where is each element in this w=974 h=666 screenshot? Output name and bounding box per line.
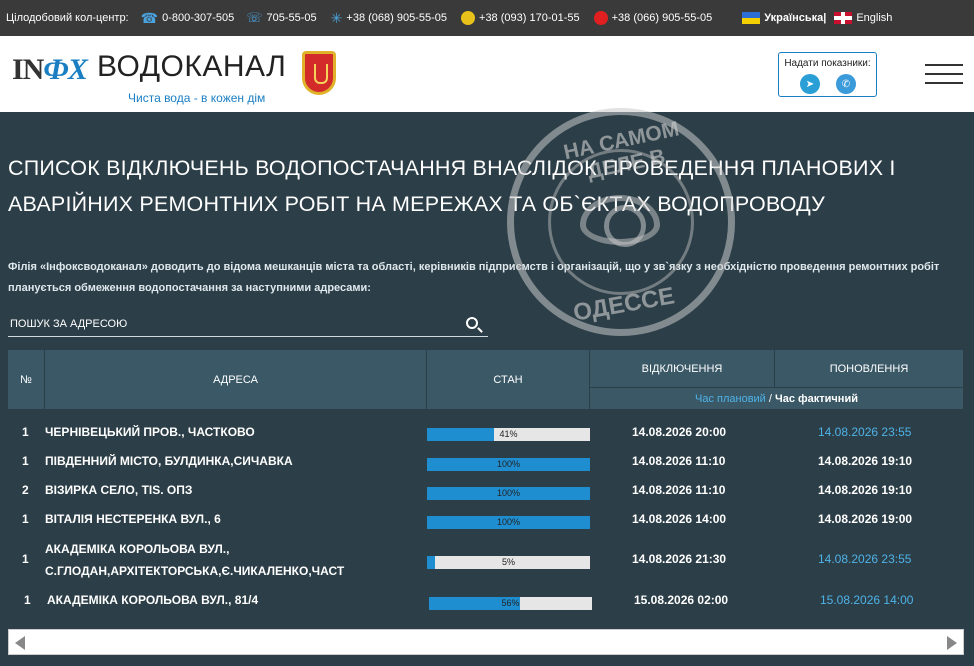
restore-time: 15.08.2026 14:00 bbox=[820, 593, 914, 607]
row-address: ПІВДЕННИЙ МІСТО, БУЛДИНКА,СИЧАВКА bbox=[45, 454, 293, 468]
row-number: 1 bbox=[22, 512, 29, 526]
slogan: Чиста вода - в кожен дім bbox=[128, 91, 266, 105]
row-number: 1 bbox=[22, 425, 29, 439]
progress-bar: 56% bbox=[429, 597, 592, 610]
progress-bar: 5% bbox=[427, 556, 590, 569]
shutoff-time: 15.08.2026 02:00 bbox=[634, 593, 729, 607]
phone-link-landline[interactable]: ☏ 705-55-05 bbox=[246, 10, 316, 26]
call-center-label: Цілодобовий кол-центр: bbox=[6, 12, 129, 24]
restore-time: 14.08.2026 23:55 bbox=[818, 552, 912, 566]
restore-time: 14.08.2026 23:55 bbox=[818, 425, 912, 439]
col-header-shutoff: ВІДКЛЮЧЕННЯ bbox=[590, 350, 774, 387]
scroll-right-icon[interactable] bbox=[947, 636, 957, 650]
menu-icon[interactable] bbox=[925, 62, 963, 86]
progress-bar: 100% bbox=[427, 487, 590, 500]
lang-en-link[interactable]: English bbox=[834, 12, 892, 24]
progress-label: 41% bbox=[499, 429, 518, 439]
shutoff-time: 14.08.2026 11:10 bbox=[632, 483, 726, 497]
col-header-address: АДРЕСА bbox=[45, 350, 426, 409]
search-icon[interactable] bbox=[466, 317, 478, 329]
vodokanal-logo[interactable]: ВОДОКАНАЛ bbox=[97, 50, 286, 84]
phone-link-kyivstar[interactable]: ✳ +38 (068) 905-55-05 bbox=[331, 10, 447, 27]
row-number: 2 bbox=[22, 483, 29, 497]
phone-icon: ☎ bbox=[140, 9, 159, 26]
row-number: 1 bbox=[22, 552, 29, 566]
site-header: INФХ ВОДОКАНАЛ Чиста вода - в кожен дім … bbox=[0, 36, 974, 112]
landline-icon: ☏ bbox=[246, 10, 263, 25]
telegram-icon[interactable]: ➤ bbox=[800, 74, 820, 94]
vodafone-icon bbox=[593, 11, 608, 25]
col-header-state: СТАН bbox=[427, 350, 589, 409]
progress-bar: 41% bbox=[427, 428, 590, 441]
restore-time: 14.08.2026 19:10 bbox=[818, 454, 913, 468]
phone-link-vodafone[interactable]: +38 (066) 905-55-05 bbox=[593, 11, 712, 25]
uk-flag-icon bbox=[834, 12, 853, 24]
row-address: АКАДЕМІКА КОРОЛЬОВА ВУЛ., 81/4 bbox=[47, 593, 259, 607]
coat-of-arms-icon bbox=[302, 51, 336, 95]
lifecell-icon bbox=[461, 11, 476, 25]
planned-time-legend: Час плановий bbox=[695, 392, 766, 405]
progress-bar: 100% bbox=[427, 516, 590, 529]
search-input[interactable] bbox=[10, 315, 450, 333]
shutoff-time: 14.08.2026 11:10 bbox=[632, 454, 726, 468]
col-header-restore: ПОНОВЛЕННЯ bbox=[775, 350, 963, 387]
row-number: 1 bbox=[24, 593, 31, 607]
progress-label: 56% bbox=[501, 598, 520, 608]
shutoff-time: 14.08.2026 14:00 bbox=[632, 512, 727, 526]
infox-logo[interactable]: INФХ bbox=[12, 53, 88, 87]
submit-readings-label: Надати показники: bbox=[784, 58, 871, 69]
viber-icon[interactable]: ✆ bbox=[836, 74, 856, 94]
restore-time: 14.08.2026 19:10 bbox=[818, 483, 913, 497]
actual-time-legend: Час фактичний bbox=[775, 392, 858, 405]
row-address: ВІЗИРКА СЕЛО, TIS. ОПЗ bbox=[45, 483, 193, 497]
phone-link-lifecell[interactable]: +38 (093) 170-01-55 bbox=[461, 11, 580, 25]
phone-link-free[interactable]: ☎ 0-800-307-505 bbox=[141, 10, 235, 27]
submit-readings-box: Надати показники: ➤ ✆ bbox=[778, 52, 877, 97]
restore-time: 14.08.2026 19:00 bbox=[818, 512, 913, 526]
progress-bar: 100% bbox=[427, 458, 590, 471]
watermark-stamp: НА САМОМ ДЕЛЕ В ОДЕССЕ bbox=[507, 108, 735, 336]
row-address: ВІТАЛІЯ НЕСТЕРЕНКА ВУЛ., 6 bbox=[45, 512, 221, 526]
progress-label: 100% bbox=[496, 459, 521, 469]
page-title: СПИСОК ВІДКЛЮЧЕНЬ ВОДОПОСТАЧАННЯ ВНАСЛІД… bbox=[8, 156, 896, 216]
progress-label: 100% bbox=[496, 488, 521, 498]
col-header-time-legend: Час плановий / Час фактичний bbox=[590, 388, 963, 409]
ukraine-flag-icon bbox=[742, 12, 761, 24]
col-header-number: № bbox=[8, 350, 44, 409]
progress-label: 100% bbox=[496, 517, 521, 527]
top-contact-bar: Цілодобовий кол-центр: ☎ 0-800-307-505 ☏… bbox=[0, 0, 974, 36]
intro-text: Філія «Інфоксводоканал» доводить до відо… bbox=[8, 261, 940, 294]
row-number: 1 bbox=[22, 454, 29, 468]
horizontal-scrollbar[interactable] bbox=[8, 629, 964, 655]
row-address: АКАДЕМІКА КОРОЛЬОВА ВУЛ., С.ГЛОДАН,АРХІТ… bbox=[45, 542, 345, 578]
shutoff-time: 14.08.2026 21:30 bbox=[632, 552, 727, 566]
scroll-left-icon[interactable] bbox=[15, 636, 25, 650]
search-bar bbox=[8, 311, 488, 337]
shutoff-time: 14.08.2026 20:00 bbox=[632, 425, 727, 439]
progress-label: 5% bbox=[501, 557, 515, 567]
lang-ua-link[interactable]: Українська| bbox=[742, 12, 826, 24]
row-address: ЧЕРНІВЕЦЬКИЙ ПРОВ., ЧАСТКОВО bbox=[45, 425, 255, 439]
kyivstar-icon: ✳ bbox=[330, 9, 343, 26]
